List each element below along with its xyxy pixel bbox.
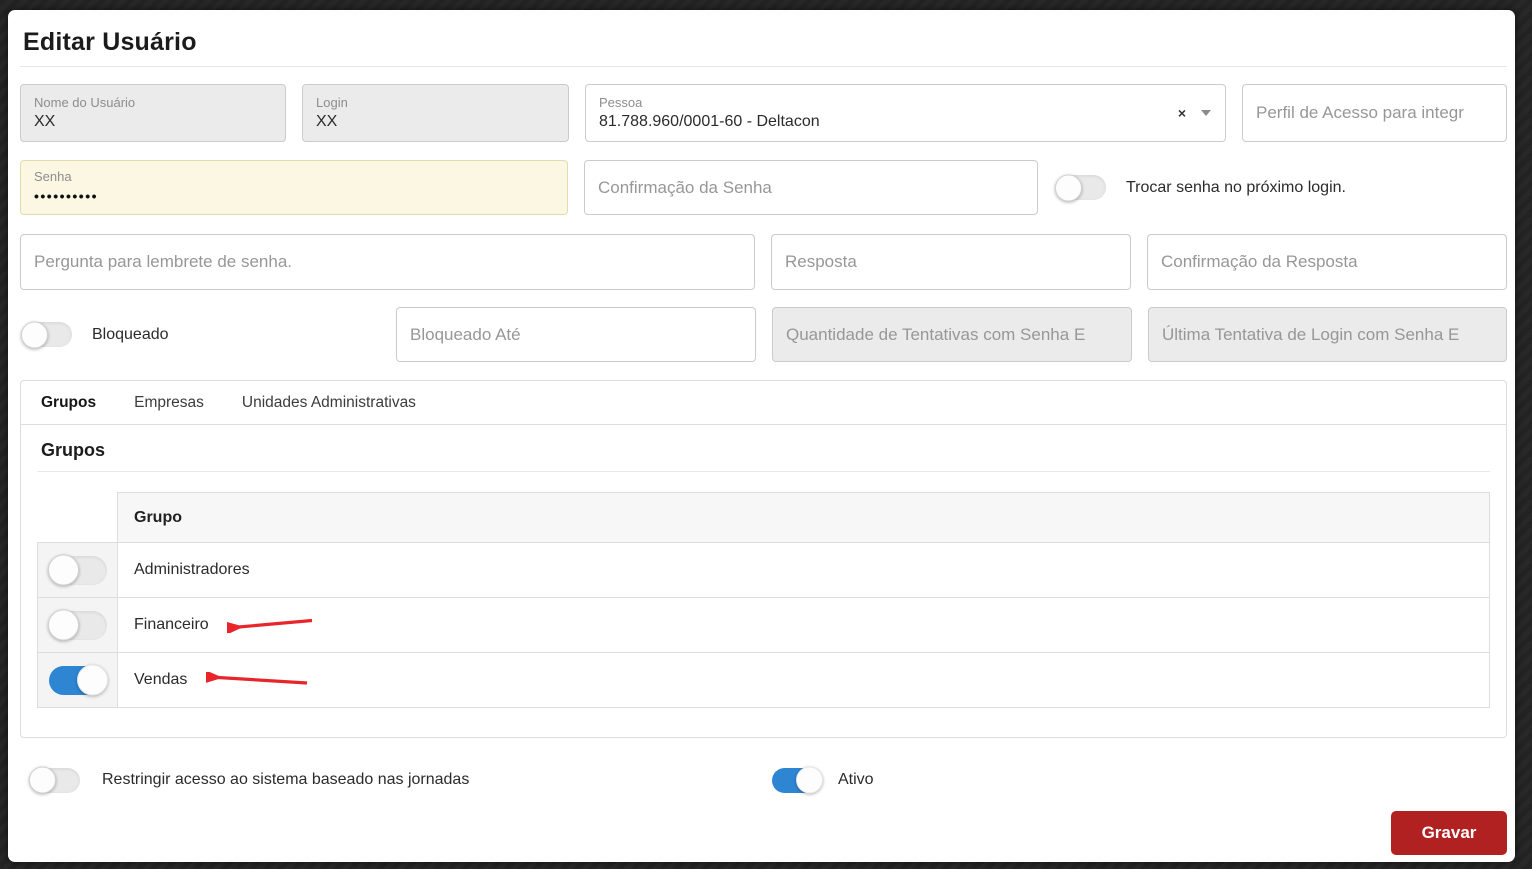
tab-unidades-administrativas[interactable]: Unidades Administrativas <box>242 394 416 412</box>
financeiro-toggle[interactable] <box>48 609 107 641</box>
page-title: Editar Usuário <box>23 28 197 56</box>
login-field: Login XX <box>302 84 569 142</box>
annotation-arrow-icon <box>199 667 307 685</box>
footer-actions-row: Gravar <box>20 795 1507 857</box>
title-divider <box>20 66 1507 67</box>
group-name: Vendas <box>134 671 188 688</box>
qtd-tentativas-placeholder: Quantidade de Tentativas com Senha E <box>786 324 1086 344</box>
edit-user-card: Editar Usuário Nome do Usuário XX Login … <box>8 10 1515 862</box>
group-toggle-cell <box>37 542 118 598</box>
perfil-acesso-placeholder: Perfil de Acesso para integr <box>1256 103 1464 122</box>
group-name: Financeiro <box>134 616 209 633</box>
restringir-cluster: Restringir acesso ao sistema baseado nas… <box>29 765 470 795</box>
table-row: Vendas <box>37 652 1490 708</box>
grupos-table: Grupo Administradores Financeiro Vendas <box>37 492 1490 708</box>
ultima-tentativa-field: Última Tentativa de Login com Senha E <box>1148 307 1507 362</box>
ativo-cluster: Ativo <box>772 765 874 795</box>
group-name-cell: Vendas <box>117 652 1490 708</box>
annotation-arrow-icon <box>220 618 313 637</box>
pessoa-value: 81.788.960/0001-60 - Deltacon <box>599 112 820 130</box>
table-row: Administradores <box>37 542 1490 598</box>
bloqueado-ate-placeholder: Bloqueado Até <box>410 324 521 344</box>
toggle-knob <box>77 664 108 696</box>
resposta-field[interactable]: Resposta <box>771 234 1131 290</box>
tab-bar: Grupos Empresas Unidades Administrativas <box>21 381 1506 425</box>
senha-value: •••••••••• <box>34 188 99 204</box>
tab-grupos[interactable]: Grupos <box>41 394 96 412</box>
toggle-knob <box>1055 174 1082 201</box>
toggle-knob <box>29 766 56 794</box>
ultima-tentativa-placeholder: Última Tentativa de Login com Senha E <box>1162 324 1460 344</box>
row-blocking: Bloqueado Bloqueado Até Quantidade de Te… <box>20 307 1507 362</box>
table-row: Financeiro <box>37 597 1490 653</box>
grupos-panel: Grupos Grupo Administradores Financeiro … <box>21 440 1506 708</box>
grupos-section-heading: Grupos <box>41 440 106 460</box>
login-label: Login <box>316 94 348 110</box>
group-name-cell: Financeiro <box>117 597 1490 653</box>
row-identity: Nome do Usuário XX Login XX Pessoa 81.78… <box>20 84 1507 142</box>
tab-empresas[interactable]: Empresas <box>134 394 204 412</box>
grupo-column-header: Grupo <box>117 492 1490 543</box>
trocar-senha-toggle[interactable] <box>1055 174 1106 201</box>
administradores-toggle[interactable] <box>48 554 107 586</box>
ativo-label: Ativo <box>838 771 874 788</box>
grupos-section-divider <box>37 471 1490 472</box>
group-toggle-cell <box>37 652 118 708</box>
restringir-acesso-toggle[interactable] <box>29 766 80 794</box>
confirmacao-senha-field[interactable]: Confirmação da Senha <box>584 160 1038 215</box>
save-button[interactable]: Gravar <box>1391 811 1507 855</box>
bloqueado-ate-field[interactable]: Bloqueado Até <box>396 307 756 362</box>
clear-icon[interactable]: × <box>1178 106 1186 120</box>
group-toggle-cell <box>37 597 118 653</box>
restringir-acesso-label: Restringir acesso ao sistema baseado nas… <box>102 771 470 788</box>
toggle-knob <box>21 321 48 348</box>
bloqueado-cluster: Bloqueado <box>20 307 380 362</box>
table-header-row: Grupo <box>38 492 1490 543</box>
confirmacao-resposta-placeholder: Confirmação da Resposta <box>1161 252 1358 271</box>
login-value: XX <box>316 112 338 130</box>
toggle-knob <box>48 554 79 586</box>
ativo-toggle[interactable] <box>772 766 823 794</box>
senha-label: Senha <box>34 169 72 184</box>
nome-usuario-value: XX <box>34 112 56 130</box>
table-corner-cell <box>38 493 118 543</box>
pergunta-placeholder: Pergunta para lembrete de senha. <box>34 252 293 271</box>
toggle-knob <box>48 609 79 641</box>
perfil-acesso-select[interactable]: Perfil de Acesso para integr <box>1242 84 1507 142</box>
nome-usuario-field: Nome do Usuário XX <box>20 84 286 142</box>
confirmacao-resposta-field[interactable]: Confirmação da Resposta <box>1147 234 1507 290</box>
toggle-knob <box>796 766 823 794</box>
footer-toggles-row: Restringir acesso ao sistema baseado nas… <box>20 765 1507 795</box>
group-name: Administradores <box>134 561 250 578</box>
bloqueado-label: Bloqueado <box>92 325 169 343</box>
qtd-tentativas-field: Quantidade de Tentativas com Senha E <box>772 307 1132 362</box>
resposta-placeholder: Resposta <box>785 252 857 271</box>
bloqueado-toggle[interactable] <box>21 321 72 348</box>
confirmacao-senha-placeholder: Confirmação da Senha <box>598 177 772 197</box>
trocar-senha-label: Trocar senha no próximo login. <box>1126 178 1346 196</box>
pessoa-label: Pessoa <box>599 94 643 110</box>
senha-field[interactable]: Senha •••••••••• <box>20 160 568 215</box>
row-reminder: Pergunta para lembrete de senha. Respost… <box>20 234 1507 290</box>
pessoa-select[interactable]: Pessoa 81.788.960/0001-60 - Deltacon × <box>585 84 1226 142</box>
caret-down-icon[interactable] <box>1201 110 1211 116</box>
tabs-container: Grupos Empresas Unidades Administrativas… <box>20 380 1507 738</box>
pergunta-field[interactable]: Pergunta para lembrete de senha. <box>20 234 755 290</box>
nome-usuario-label: Nome do Usuário <box>34 94 136 110</box>
row-password: Senha •••••••••• Confirmação da Senha Tr… <box>20 160 1507 215</box>
vendas-toggle[interactable] <box>49 664 108 696</box>
trocar-senha-cluster: Trocar senha no próximo login. <box>1055 174 1346 201</box>
group-name-cell: Administradores <box>117 542 1490 598</box>
